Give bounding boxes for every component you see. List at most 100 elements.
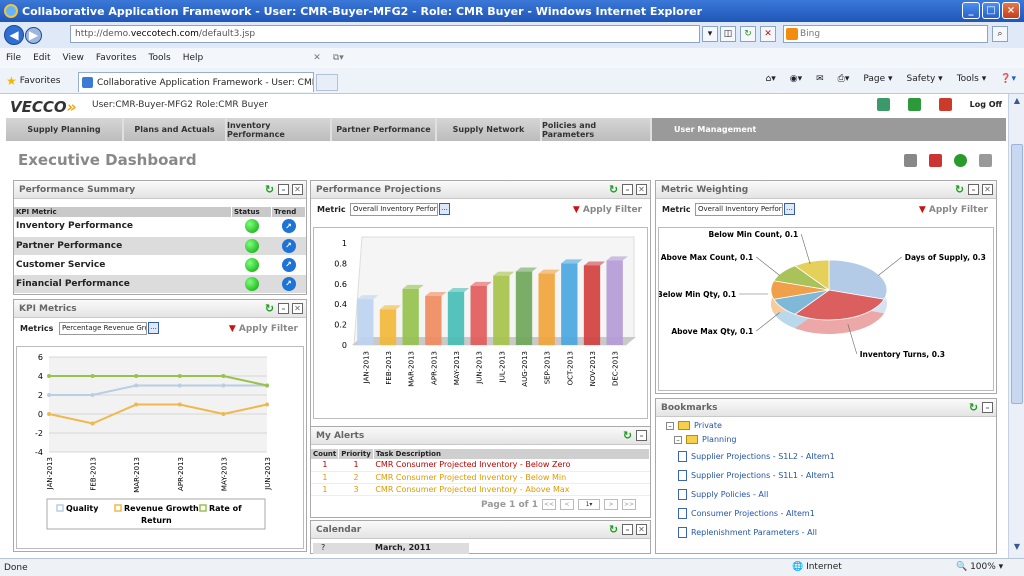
close-icon[interactable]: ✕ xyxy=(982,184,993,195)
refresh-icon[interactable]: ↻ xyxy=(264,184,275,195)
alert-description[interactable]: CMR Consumer Projected Inventory - Below… xyxy=(373,459,650,472)
nav-partner-performance[interactable]: Partner Performance xyxy=(332,118,437,141)
apply-filter-button[interactable]: ▼ Apply Filter xyxy=(229,324,298,334)
table-row[interactable]: 1 2 CMR Consumer Projected Inventory - Bel… xyxy=(311,471,650,484)
metric-select[interactable]: Overall Inventory Perform xyxy=(695,203,783,216)
maximize-button[interactable]: □ xyxy=(982,2,1000,19)
menu-help[interactable]: Help xyxy=(183,53,204,63)
nav-inventory-performance[interactable]: Inventory Performance xyxy=(227,118,332,141)
home-page-icon[interactable] xyxy=(907,98,921,111)
nav-supply-network[interactable]: Supply Network xyxy=(437,118,542,141)
alert-description[interactable]: CMR Consumer Projected Inventory - Below… xyxy=(373,471,650,484)
minimize-icon[interactable]: – xyxy=(982,402,993,413)
convert-icon[interactable]: ⧉▾ xyxy=(333,53,344,63)
menu-edit[interactable]: Edit xyxy=(33,53,50,63)
collapse-icon[interactable]: – xyxy=(666,421,674,430)
refresh-icon[interactable]: ↻ xyxy=(968,402,979,413)
metric-picker-button[interactable]: ... xyxy=(784,203,795,215)
last-page-button[interactable]: >> xyxy=(622,499,636,510)
home-icon[interactable]: ⌂▾ xyxy=(765,74,775,84)
table-row[interactable]: Inventory Performance ↗ xyxy=(14,217,306,237)
bookmark-item[interactable]: Supplier Projections - S1L1 - AItem1 xyxy=(678,470,835,481)
nav-user-management[interactable]: User Management xyxy=(652,118,1006,141)
refresh-icon[interactable]: ↻ xyxy=(264,303,275,314)
metric-picker-button[interactable]: ... xyxy=(439,203,450,215)
logoff-link[interactable]: Log Off xyxy=(970,100,1002,109)
trend-icon[interactable]: ↗ xyxy=(281,219,296,234)
metric-select[interactable]: Percentage Revenue Grow xyxy=(59,322,147,335)
close-icon[interactable]: ✕ xyxy=(292,184,303,195)
metric-picker-button[interactable]: ... xyxy=(148,322,159,334)
close-icon[interactable]: ✕ xyxy=(636,524,647,535)
forward-button[interactable]: ▶ xyxy=(25,26,42,44)
layout-icon[interactable] xyxy=(929,154,942,167)
menu-favorites[interactable]: Favorites xyxy=(96,53,137,63)
scroll-thumb[interactable] xyxy=(1011,144,1023,404)
minimize-icon[interactable]: – xyxy=(622,184,633,195)
page-scrollbar[interactable]: ▲ ▼ xyxy=(1008,94,1024,558)
kpi-name[interactable]: Customer Service xyxy=(14,255,232,275)
nav-policies-parameters[interactable]: Policies and Parameters xyxy=(542,118,652,141)
kpi-name[interactable]: Partner Performance xyxy=(14,236,232,256)
scroll-down-arrow-icon[interactable]: ▼ xyxy=(1011,542,1023,554)
close-icon[interactable]: ✕ xyxy=(292,303,303,314)
first-page-button[interactable]: << xyxy=(542,499,556,510)
trend-icon[interactable]: ↗ xyxy=(281,276,296,291)
refresh-page-icon[interactable] xyxy=(954,154,967,167)
trend-icon[interactable]: ↗ xyxy=(281,257,296,272)
minimize-icon[interactable]: – xyxy=(622,524,633,535)
bookmark-folder-planning[interactable]: – Planning xyxy=(674,435,736,444)
menu-view[interactable]: View xyxy=(63,53,84,63)
trend-icon[interactable]: ↗ xyxy=(281,238,296,253)
print-icon[interactable]: ⎙▾ xyxy=(838,74,850,84)
bookmark-item[interactable]: Supply Policies - All xyxy=(678,489,768,500)
kpi-name[interactable]: Inventory Performance xyxy=(14,217,232,237)
stop-icon[interactable]: ✕ xyxy=(760,26,776,42)
logoff-icon[interactable] xyxy=(938,98,952,111)
close-icon[interactable]: ✕ xyxy=(636,184,647,195)
minimize-icon[interactable]: – xyxy=(968,184,979,195)
menu-tools[interactable]: Tools xyxy=(149,53,171,63)
refresh-icon[interactable]: ↻ xyxy=(954,184,965,195)
favorites-button[interactable]: ★ Favorites xyxy=(6,74,60,88)
calendar-nav-button[interactable]: ? xyxy=(321,543,325,552)
new-tab-button[interactable] xyxy=(316,74,338,91)
url-field[interactable]: http://demo. veccotech.com/default3.jsp xyxy=(70,25,700,43)
safety-menu[interactable]: Safety ▾ xyxy=(907,74,943,84)
bookmark-item[interactable]: Replenishment Parameters - All xyxy=(678,527,817,538)
zoom-control[interactable]: 🔍 100% ▾ xyxy=(956,562,1003,572)
refresh-icon[interactable]: ↻ xyxy=(622,430,633,441)
menu-file[interactable]: File xyxy=(6,53,21,63)
metric-select[interactable]: Overall Inventory Perform xyxy=(350,203,438,216)
page-menu[interactable]: Page ▾ xyxy=(863,74,892,84)
minimize-button[interactable]: _ xyxy=(962,2,980,19)
edit-page-icon[interactable] xyxy=(904,154,917,167)
bookmark-item[interactable]: Consumer Projections - AItem1 xyxy=(678,508,815,519)
bookmark-folder-private[interactable]: – Private xyxy=(666,421,722,430)
close-window-button[interactable]: × xyxy=(1002,2,1020,19)
table-row[interactable]: 1 1 CMR Consumer Projected Inventory - Bel… xyxy=(311,459,650,472)
refresh-icon[interactable]: ↻ xyxy=(608,184,619,195)
back-button[interactable]: ◀ xyxy=(4,25,24,45)
tools-menu[interactable]: Tools ▾ xyxy=(957,74,987,84)
minimize-icon[interactable]: – xyxy=(278,303,289,314)
next-page-button[interactable]: > xyxy=(604,499,618,510)
table-row[interactable]: 1 3 CMR Consumer Projected Inventory - Abo… xyxy=(311,483,650,496)
nav-supply-planning[interactable]: Supply Planning xyxy=(6,118,124,141)
apply-filter-button[interactable]: ▼ Apply Filter xyxy=(573,205,642,215)
prev-page-button[interactable]: < xyxy=(560,499,574,510)
kpi-name[interactable]: Financial Performance xyxy=(14,274,232,294)
search-button[interactable]: ⌕ xyxy=(992,26,1008,42)
close-toolbar-icon[interactable]: ✕ xyxy=(313,53,321,63)
save-page-icon[interactable] xyxy=(979,154,992,167)
browser-tab[interactable]: Collaborative Application Framework - Us… xyxy=(78,72,314,92)
feeds-icon[interactable]: ◉▾ xyxy=(790,74,802,84)
table-row[interactable]: Customer Service ↗ xyxy=(14,255,306,275)
help-icon[interactable]: ❓▾ xyxy=(1000,74,1016,84)
page-select[interactable]: 1 ▾ xyxy=(578,499,600,510)
search-input[interactable]: Bing xyxy=(783,25,988,43)
table-row[interactable]: Financial Performance ↗ xyxy=(14,274,306,294)
minimize-icon[interactable]: – xyxy=(636,430,647,441)
refresh-icon[interactable]: ↻ xyxy=(608,524,619,535)
mail-icon[interactable]: ✉ xyxy=(816,74,824,84)
